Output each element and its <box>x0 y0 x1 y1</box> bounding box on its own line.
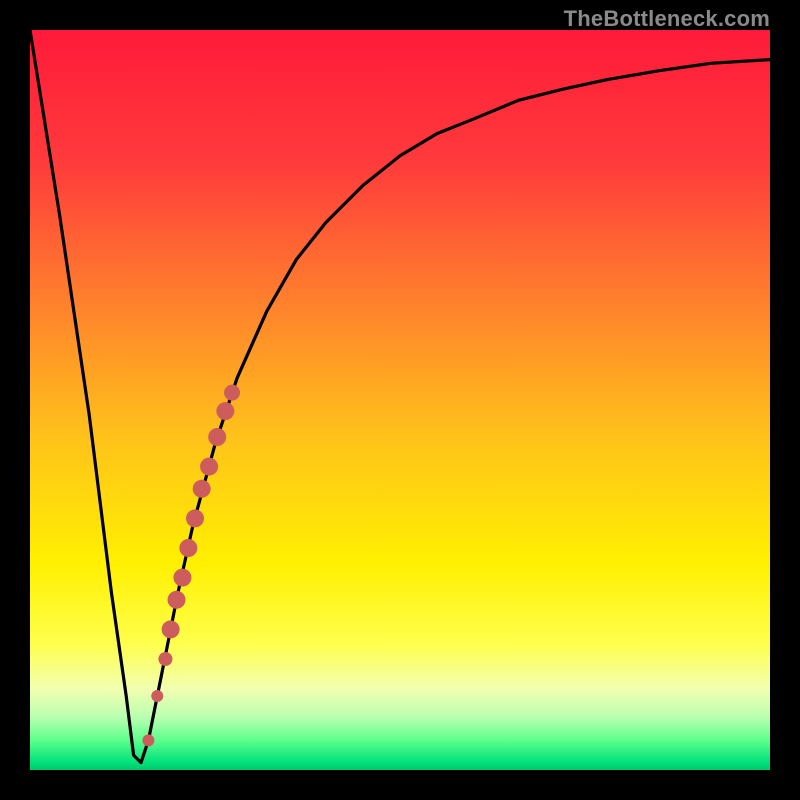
highlight-dot <box>173 569 191 587</box>
highlight-dot <box>179 539 197 557</box>
highlight-dot <box>208 428 226 446</box>
highlight-dot <box>193 480 211 498</box>
highlight-dot <box>158 652 172 666</box>
highlight-dot <box>151 690 163 702</box>
watermark-text: TheBottleneck.com <box>564 6 770 32</box>
highlight-dot <box>162 620 180 638</box>
gradient-background <box>30 30 770 770</box>
highlight-dot <box>224 385 240 401</box>
plot-area <box>30 30 770 770</box>
highlight-dot <box>142 734 154 746</box>
chart-svg <box>30 30 770 770</box>
highlight-dot <box>200 458 218 476</box>
chart-frame: TheBottleneck.com <box>0 0 800 800</box>
highlight-dot <box>186 509 204 527</box>
highlight-dot <box>168 591 186 609</box>
highlight-dot <box>216 402 234 420</box>
